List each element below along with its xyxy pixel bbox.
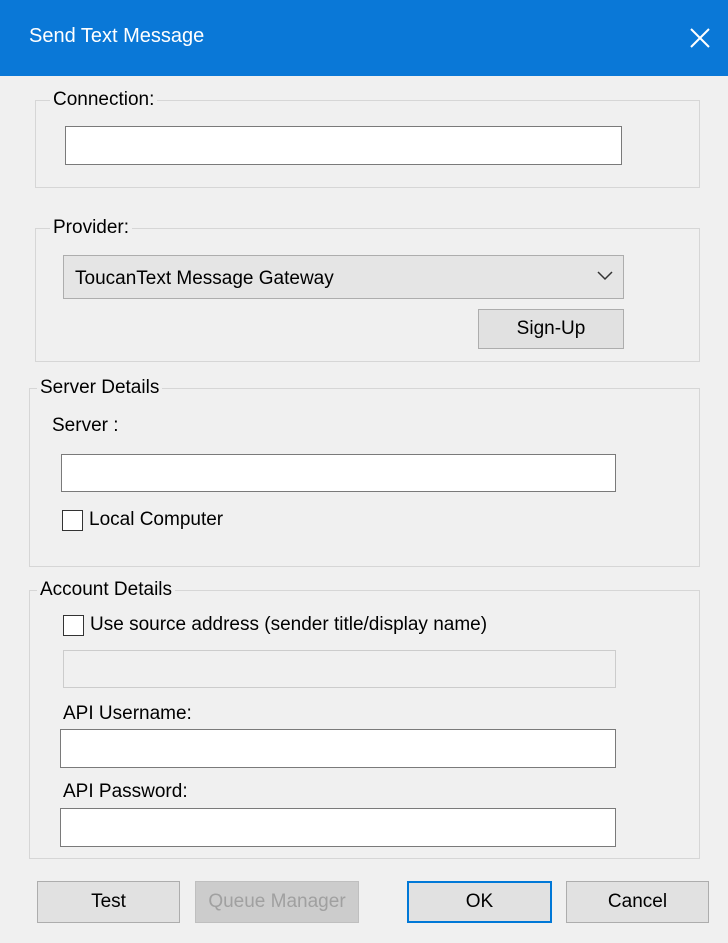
title-bar: Send Text Message: [0, 0, 728, 76]
account-details-legend: Account Details: [37, 579, 176, 601]
local-computer-checkbox[interactable]: [62, 510, 83, 531]
ok-button[interactable]: OK: [407, 881, 552, 923]
queue-manager-button: Queue Manager: [195, 881, 359, 923]
source-address-input: [63, 650, 616, 688]
provider-select[interactable]: ToucanText Message Gateway: [63, 255, 624, 299]
server-input[interactable]: [61, 454, 616, 492]
test-button[interactable]: Test: [37, 881, 180, 923]
chevron-down-icon: [597, 271, 613, 281]
local-computer-label[interactable]: Local Computer: [89, 509, 223, 531]
provider-label: Provider:: [50, 217, 133, 239]
api-password-input[interactable]: [60, 808, 616, 847]
server-details-legend: Server Details: [37, 377, 163, 399]
api-password-label: API Password:: [63, 781, 188, 802]
provider-group: Provider: ToucanText Message Gateway Sig…: [35, 217, 700, 362]
account-details-group: Account Details Use source address (send…: [29, 579, 700, 859]
api-username-input[interactable]: [60, 729, 616, 768]
provider-selected-value: ToucanText Message Gateway: [75, 268, 334, 289]
server-details-group: Server Details Server : Local Computer: [29, 377, 700, 567]
cancel-button[interactable]: Cancel: [566, 881, 709, 923]
connection-input[interactable]: [65, 126, 622, 165]
api-username-label: API Username:: [63, 703, 192, 724]
use-source-address-label[interactable]: Use source address (sender title/display…: [90, 614, 487, 636]
connection-label: Connection:: [50, 89, 158, 111]
server-label: Server :: [52, 415, 119, 436]
close-icon[interactable]: [682, 20, 718, 56]
window-title: Send Text Message: [29, 25, 205, 47]
use-source-address-checkbox[interactable]: [63, 615, 84, 636]
connection-group: Connection:: [35, 89, 700, 188]
sign-up-button[interactable]: Sign-Up: [478, 309, 624, 349]
